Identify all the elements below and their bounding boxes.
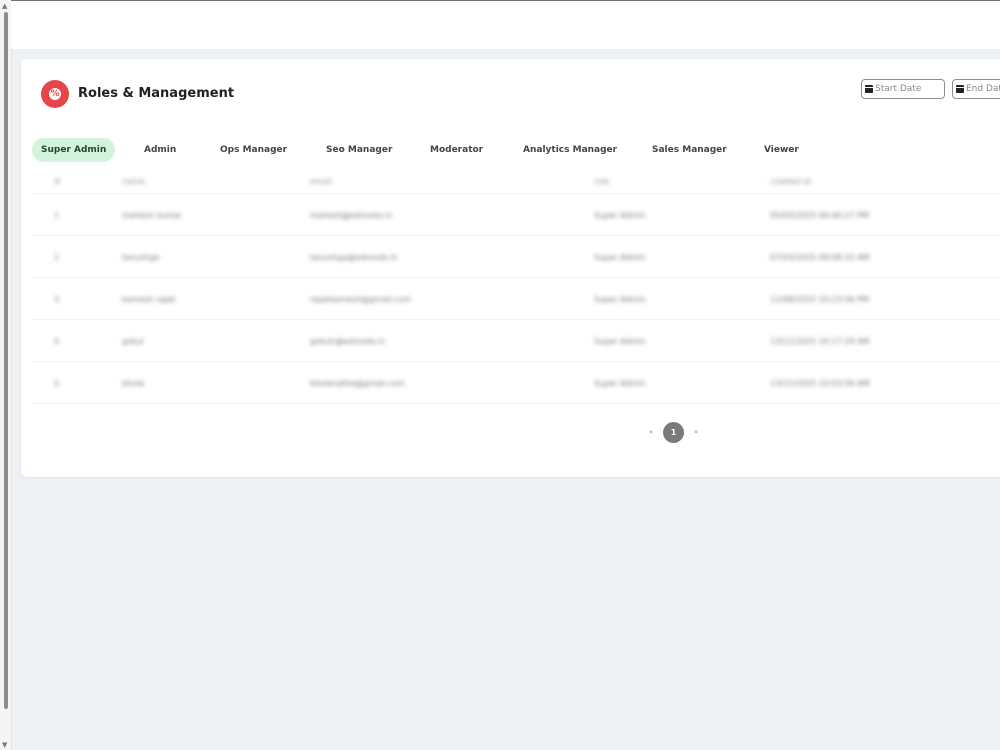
table-row[interactable]: 2 tanushga tanushga@edmodo.in Super Admi… [32, 236, 1000, 278]
end-date-input[interactable]: End Date [952, 79, 1000, 99]
column-header: name [122, 177, 145, 186]
column-header: created at [770, 177, 812, 186]
pagination: « 1 » [644, 421, 703, 443]
column-header: # [54, 177, 61, 186]
column-header: role [594, 177, 610, 186]
users-table: # name email role created at 1 mahesh ku… [32, 169, 1000, 404]
page-title: Roles & Management [78, 86, 235, 101]
next-page-button[interactable]: » [689, 428, 703, 436]
row-index: 5 [54, 379, 60, 388]
user-email: gokulr@edmodo.in [310, 337, 386, 346]
user-name: mahesh kumar [122, 211, 182, 220]
role-badge-icon: % [41, 80, 69, 108]
current-page-button[interactable]: 1 [663, 421, 684, 443]
row-index: 1 [54, 211, 60, 220]
tab-analytics-manager[interactable]: Analytics Manager [523, 138, 617, 162]
row-index: 4 [54, 337, 60, 346]
user-name: bhola [122, 379, 145, 388]
role-tabs: Super Admin Admin Ops Manager Seo Manage… [32, 138, 932, 162]
user-email: mahesh@edmodo.in [310, 211, 393, 220]
user-name: gokul [122, 337, 144, 346]
user-role: Super Admin [594, 379, 646, 388]
roles-card: % Roles & Management Start Date End Date… [21, 59, 1000, 477]
table-row[interactable]: 5 bhola bholanathe@gmail.com Super Admin… [32, 362, 1000, 404]
user-email: rajakkamesh@gmail.com [310, 295, 412, 304]
column-header: email [310, 177, 333, 186]
user-role: Super Admin [594, 295, 646, 304]
scrollbar-thumb[interactable] [4, 12, 8, 709]
user-role: Super Admin [594, 253, 646, 262]
prev-page-button[interactable]: « [644, 428, 658, 436]
created-at: 13/11/2025 10:03:56 AM [770, 379, 870, 388]
user-email: tanushga@edmodo.in [310, 253, 398, 262]
table-header-row: # name email role created at [32, 169, 1000, 194]
table-row[interactable]: 4 gokul gokulr@edmodo.in Super Admin 13/… [32, 320, 1000, 362]
end-date-placeholder: End Date [966, 84, 1000, 94]
start-date-input[interactable]: Start Date [861, 79, 945, 99]
row-index: 2 [54, 253, 60, 262]
scroll-down-arrow-icon[interactable]: ▼ [2, 741, 7, 749]
tab-moderator[interactable]: Moderator [430, 138, 483, 162]
tab-admin[interactable]: Admin [144, 138, 176, 162]
user-email: bholanathe@gmail.com [310, 379, 406, 388]
table-row[interactable]: 1 mahesh kumar mahesh@edmodo.in Super Ad… [32, 194, 1000, 236]
created-at: 11/08/2025 10:23:56 PM [770, 295, 869, 304]
calendar-icon [865, 85, 873, 93]
tab-seo-manager[interactable]: Seo Manager [326, 138, 392, 162]
page-scrollbar[interactable]: ▲ ▼ [0, 0, 12, 750]
top-bar [11, 0, 1000, 49]
scroll-up-arrow-icon[interactable]: ▲ [2, 2, 7, 10]
tab-ops-manager[interactable]: Ops Manager [220, 138, 287, 162]
calendar-icon [956, 85, 964, 93]
tab-sales-manager[interactable]: Sales Manager [652, 138, 727, 162]
created-at: 13/11/2025 10:17:29 AM [770, 337, 870, 346]
tab-super-admin[interactable]: Super Admin [32, 138, 116, 162]
created-at: 07/03/2025 09:08:33 AM [770, 253, 870, 262]
created-at: 05/03/2025 06:40:27 PM [770, 211, 869, 220]
user-name: tanushga [122, 253, 160, 262]
user-role: Super Admin [594, 337, 646, 346]
table-row[interactable]: 3 kamesh rajak rajakkamesh@gmail.com Sup… [32, 278, 1000, 320]
user-name: kamesh rajak [122, 295, 176, 304]
tab-viewer[interactable]: Viewer [764, 138, 799, 162]
user-role: Super Admin [594, 211, 646, 220]
row-index: 3 [54, 295, 60, 304]
start-date-placeholder: Start Date [875, 84, 922, 94]
